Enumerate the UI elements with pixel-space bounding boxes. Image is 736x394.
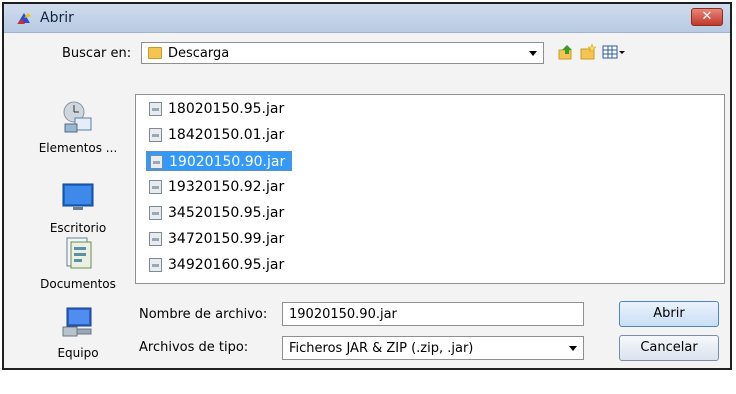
- folder-icon: [148, 47, 162, 59]
- dialog-body: Buscar en: Descarga Elementos ... Escrit…: [4, 33, 730, 368]
- open-button[interactable]: Abrir: [619, 301, 719, 327]
- up-folder-icon[interactable]: [557, 43, 575, 61]
- filetype-value: Ficheros JAR & ZIP (.zip, .jar): [289, 341, 474, 356]
- computer-icon: [62, 307, 92, 337]
- filename-input[interactable]: 19020150.90.jar: [282, 302, 584, 326]
- look-in-value: Descarga: [168, 46, 230, 61]
- file-item[interactable]: 18020150.95.jar: [146, 99, 292, 119]
- chevron-down-icon: [569, 346, 577, 351]
- file-item[interactable]: 34720150.99.jar: [146, 229, 292, 249]
- jar-file-icon: [149, 258, 162, 272]
- place-label: Escritorio: [49, 221, 107, 235]
- filetype-select[interactable]: Ficheros JAR & ZIP (.zip, .jar): [282, 336, 584, 360]
- new-folder-icon[interactable]: [579, 43, 597, 61]
- file-item[interactable]: 34520150.95.jar: [146, 203, 292, 223]
- jar-file-icon: [149, 206, 162, 220]
- filename-label: Nombre de archivo:: [139, 307, 268, 322]
- file-name: 34520150.95.jar: [168, 205, 285, 221]
- file-item[interactable]: 19320150.92.jar: [146, 177, 292, 197]
- file-item[interactable]: 34920160.95.jar: [146, 255, 292, 275]
- recent-items-icon: [63, 101, 92, 133]
- desktop-icon: [62, 183, 94, 210]
- app-logo-icon: [17, 13, 31, 24]
- place-label: Equipo: [57, 346, 99, 360]
- jar-file-icon: [150, 155, 163, 169]
- place-computer[interactable]: Equipo: [28, 305, 128, 360]
- places-bar: Elementos ... Escritorio Documentos Equi…: [28, 94, 128, 394]
- place-recent-items[interactable]: Elementos ...: [28, 100, 128, 155]
- close-button[interactable]: ✕: [691, 8, 723, 26]
- file-name: 18020150.95.jar: [168, 101, 285, 117]
- look-in-label: Buscar en:: [62, 46, 132, 61]
- jar-file-icon: [149, 128, 162, 142]
- place-label: Documentos: [40, 277, 116, 291]
- jar-file-icon: [149, 180, 162, 194]
- file-name: 19020150.90.jar: [169, 154, 286, 170]
- file-list[interactable]: 18020150.95.jar 18420150.01.jar 19020150…: [135, 94, 725, 284]
- jar-file-icon: [149, 102, 162, 116]
- window-title: Abrir: [40, 10, 74, 26]
- place-documents[interactable]: Documentos: [28, 236, 128, 291]
- place-desktop[interactable]: Escritorio: [28, 180, 128, 235]
- cancel-button[interactable]: Cancelar: [619, 335, 719, 361]
- title-bar[interactable]: Abrir ✕: [4, 4, 730, 33]
- file-item-selected[interactable]: 19020150.90.jar: [146, 151, 292, 171]
- file-item[interactable]: 18420150.01.jar: [146, 125, 292, 145]
- file-name: 34920160.95.jar: [168, 257, 285, 273]
- filetype-label: Archivos de tipo:: [139, 340, 249, 355]
- chevron-down-icon: [529, 51, 537, 56]
- file-name: 19320150.92.jar: [168, 179, 285, 195]
- open-dialog: Abrir ✕ Buscar en: Descarga Elementos ..…: [2, 2, 732, 370]
- jar-file-icon: [149, 232, 162, 246]
- documents-icon: [66, 237, 92, 269]
- file-name: 34720150.99.jar: [168, 231, 285, 247]
- view-menu-icon[interactable]: [602, 43, 626, 61]
- look-in-combobox[interactable]: Descarga: [141, 42, 544, 64]
- file-name: 18420150.01.jar: [168, 127, 285, 143]
- place-label: Elementos ...: [38, 141, 118, 155]
